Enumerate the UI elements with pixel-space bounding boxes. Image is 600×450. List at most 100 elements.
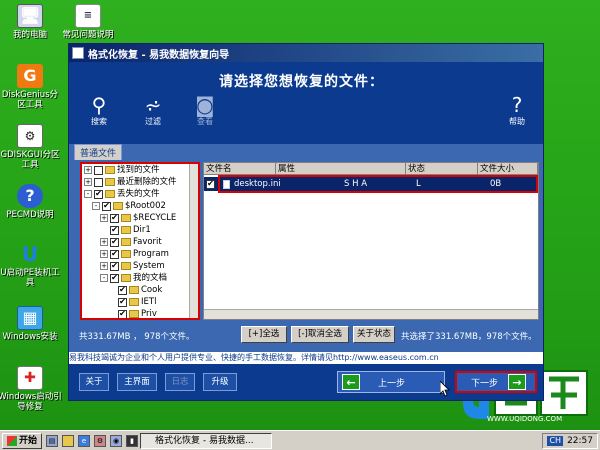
tree-node[interactable]: + 最近删除的文件 (82, 176, 198, 188)
tree-checkbox[interactable]: ✔ (110, 225, 119, 235)
tree-checkbox[interactable]: ✔ (110, 237, 119, 247)
file-list-header: 文件名 属性 状态 文件大小 (204, 163, 538, 175)
tree-checkbox[interactable]: ✔ (94, 189, 103, 199)
mouse-cursor-icon (440, 381, 450, 397)
expander-icon[interactable]: + (100, 238, 108, 246)
tree-node[interactable]: + ✔ Favorit (82, 236, 198, 248)
window-titlebar[interactable]: 格式化恢复 - 易我数据恢复向导 (69, 44, 543, 62)
preview-button[interactable]: ◙ 查看 (187, 94, 223, 127)
about-status-button[interactable]: 关于状态 (353, 326, 395, 343)
arrow-right-icon: → (508, 374, 527, 390)
upgrade-button[interactable]: 升级 (203, 373, 237, 391)
tab-normal-files[interactable]: 普通文件 (74, 144, 123, 160)
tree-checkbox[interactable]: ✔ (118, 309, 127, 318)
file-list-scrollbar[interactable] (204, 309, 538, 319)
tree-node-label: $RECYCLE (133, 213, 177, 223)
tree-node[interactable]: ✔ IETl (82, 296, 198, 308)
log-button[interactable]: 日志 (165, 373, 195, 391)
tree-checkbox[interactable]: ✔ (110, 261, 119, 271)
installer-icon: U (21, 242, 39, 266)
desktop-icon-windows-setup[interactable]: ▦ Windows安装 (0, 306, 62, 342)
quicklaunch-cmd-icon[interactable]: ▮ (126, 434, 139, 447)
prev-button[interactable]: ← 上一步 (337, 371, 445, 393)
bottom-bar: 关于 主界面 日志 升级 ← 上一步 下一步 → (69, 364, 543, 400)
file-list: 文件名 属性 状态 文件大小 ✔ desktop.ini S H A L 0B (203, 162, 539, 320)
language-indicator[interactable]: CH (547, 436, 564, 446)
filter-icon: ⩫ (144, 93, 162, 117)
column-header-status[interactable]: 状态 (406, 163, 478, 174)
tree-checkbox[interactable] (94, 177, 103, 187)
tree-node-label: 最近删除的文件 (117, 177, 177, 187)
quicklaunch-tool-icon[interactable]: ⚙ (94, 434, 107, 447)
column-header-size[interactable]: 文件大小 (478, 163, 538, 174)
quicklaunch-folder-icon[interactable] (62, 434, 75, 447)
window-title: 格式化恢复 - 易我数据恢复向导 (88, 49, 230, 61)
taskbar-item-recovery[interactable]: 格式化恢复 - 易我数据... (140, 433, 272, 449)
tree-checkbox[interactable]: ✔ (118, 285, 127, 295)
tree-node-label: 丢失的文件 (117, 189, 160, 199)
tree-node[interactable]: ✔ Priv (82, 308, 198, 318)
tree-node-label: $Root002 (125, 201, 166, 211)
column-header-name[interactable]: 文件名 (204, 163, 276, 174)
folder-tree: + 找到的文件 + 最近删除的文件 - ✔ 丢失的文件 - ✔ $Root002 + ✔ $RECYCL… (80, 162, 200, 320)
tree-checkbox[interactable]: ✔ (110, 213, 119, 223)
search-button[interactable]: ⚲ 搜索 (81, 94, 117, 127)
tree-node[interactable]: - ✔ 丢失的文件 (82, 188, 198, 200)
tree-node[interactable]: ✔ Cook (82, 284, 198, 296)
desktop-icon-uqidong-installer[interactable]: U U启动PE装机工具 (0, 242, 62, 288)
quicklaunch-explorer-icon[interactable]: ▤ (46, 434, 59, 447)
next-button[interactable]: 下一步 → (455, 371, 537, 393)
tree-checkbox[interactable]: ✔ (118, 297, 127, 307)
tree-node[interactable]: + ✔ Program (82, 248, 198, 260)
main-menu-button[interactable]: 主界面 (117, 373, 157, 391)
quicklaunch-app-icon[interactable]: ◉ (110, 434, 123, 447)
folder-icon (105, 178, 115, 186)
expander-icon[interactable]: - (92, 202, 100, 210)
tree-scrollbar[interactable] (189, 164, 198, 318)
file-checkbox[interactable]: ✔ (206, 179, 215, 189)
desktop-icon-faq[interactable]: ≡ 常见问题说明 (56, 4, 120, 40)
taskbar: 开始 ▤ e ⚙ ◉ ▮ 格式化恢复 - 易我数据... CH 22:57 (0, 430, 600, 450)
filter-button[interactable]: ⩫ 过滤 (135, 94, 171, 127)
windows-setup-icon: ▦ (17, 306, 43, 330)
expander-icon[interactable]: - (84, 190, 92, 198)
table-row[interactable]: ✔ desktop.ini S H A L 0B (204, 175, 538, 193)
help-icon: ? (17, 184, 43, 208)
tree-checkbox[interactable] (94, 165, 103, 175)
about-button[interactable]: 关于 (79, 373, 109, 391)
tree-node[interactable]: + ✔ $RECYCLE (82, 212, 198, 224)
desktop-icon-boot-repair[interactable]: ✚ Windows启动引导修复 (0, 366, 62, 412)
desktop-icon-my-computer[interactable]: 🖥 我的电脑 (0, 4, 62, 40)
quicklaunch-ie-icon[interactable]: e (78, 434, 91, 447)
deselect-all-button[interactable]: [-]取消全选 (291, 326, 349, 343)
tree-node[interactable]: + ✔ System (82, 260, 198, 272)
tree-node-label: 找到的文件 (117, 165, 160, 175)
help-button[interactable]: ? 帮助 (499, 94, 535, 127)
expander-icon[interactable]: + (100, 214, 108, 222)
select-all-button[interactable]: [+]全选 (241, 326, 287, 343)
tree-node[interactable]: - ✔ $Root002 (82, 200, 198, 212)
tree-checkbox[interactable]: ✔ (110, 273, 119, 283)
desktop-icon-gdiskgui[interactable]: ⚙ GDISKGUI分区工具 (0, 124, 62, 170)
desktop-icon-diskgenius[interactable]: G DiskGenius分区工具 (0, 64, 62, 110)
folder-icon (121, 250, 131, 258)
folder-icon (121, 274, 131, 282)
windows-flag-icon (7, 435, 17, 446)
tree-node[interactable]: + 找到的文件 (82, 164, 198, 176)
tree-node-label: Cook (141, 285, 163, 295)
expander-icon[interactable]: + (100, 262, 108, 270)
expander-icon[interactable]: + (84, 166, 92, 174)
column-header-attr[interactable]: 属性 (276, 163, 406, 174)
expander-icon[interactable]: - (100, 274, 108, 282)
desktop-icon-pecmd[interactable]: ? PECMD说明 (0, 184, 62, 220)
diskgenius-icon: G (17, 64, 43, 88)
tree-node[interactable]: - ✔ 我的文档 (82, 272, 198, 284)
tree-node[interactable]: ✔ Dir1 (82, 224, 198, 236)
tree-checkbox[interactable]: ✔ (110, 249, 119, 259)
system-tray: CH 22:57 (542, 433, 598, 449)
start-button[interactable]: 开始 (2, 432, 43, 449)
expander-icon[interactable]: + (84, 178, 92, 186)
computer-icon: 🖥 (17, 4, 43, 28)
tree-checkbox[interactable]: ✔ (102, 201, 111, 211)
expander-icon[interactable]: + (100, 250, 108, 258)
